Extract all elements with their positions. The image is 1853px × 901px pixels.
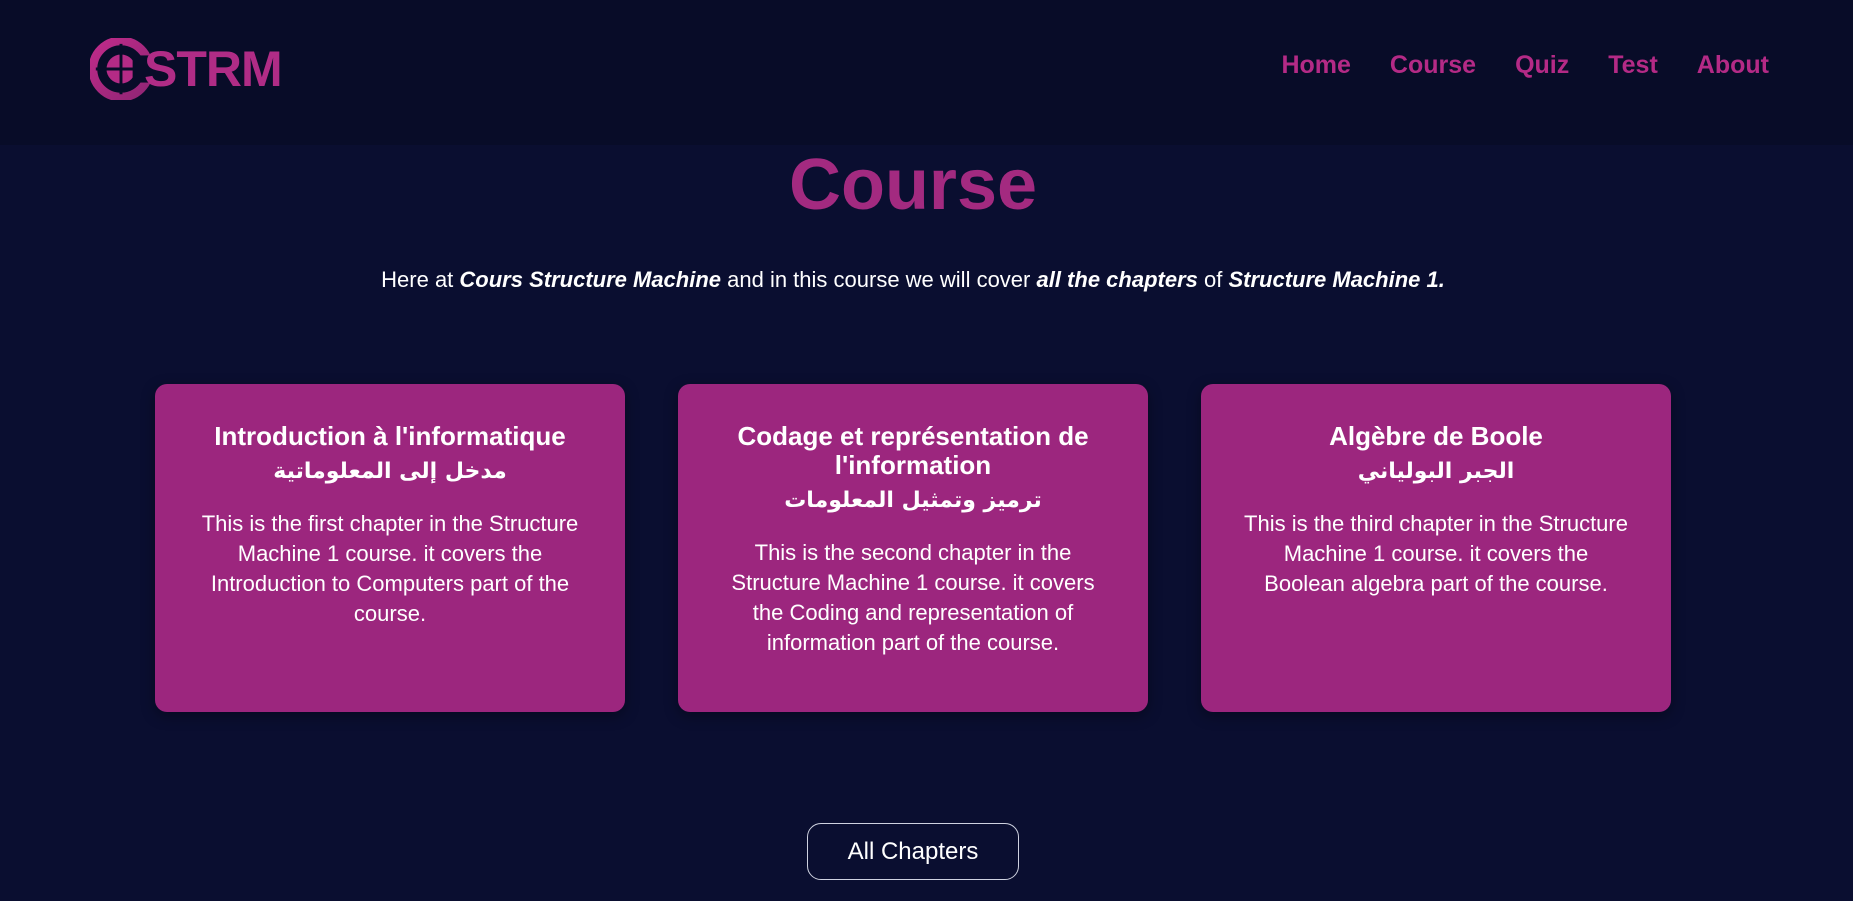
nav-course[interactable]: Course (1390, 50, 1476, 80)
nav-about[interactable]: About (1697, 50, 1769, 80)
page-title: Course (788, 145, 1038, 225)
logo-text: STRM (144, 41, 283, 97)
chapter-subtitle-arabic: ترميز وتمثيل المعلومات (784, 488, 1042, 513)
all-chapters-button[interactable]: All Chapters (807, 823, 1019, 880)
chapter-title: Algèbre de Boole (1329, 421, 1543, 451)
site-header: STRM Home Course Quiz Test About (0, 0, 1853, 145)
chapter-description: This is the third chapter in the Structu… (1244, 511, 1628, 596)
intro-course-name: Structure Machine 1. (1228, 267, 1445, 292)
chapter-subtitle-arabic: مدخل إلى المعلوماتية (273, 459, 507, 484)
main-nav: Home Course Quiz Test About (1281, 50, 1769, 80)
intro-scope: all the chapters (1036, 267, 1198, 292)
chapter-description: This is the second chapter in the Struct… (731, 540, 1095, 655)
intro-text: Here at Cours Structure Machine and in t… (0, 266, 1826, 294)
chapter-title: Codage et représentation de l'informatio… (737, 421, 1089, 480)
chapter-card-1[interactable]: Introduction à l'informatique مدخل إلى ا… (155, 384, 625, 712)
intro-connector: of (1197, 267, 1229, 292)
nav-home[interactable]: Home (1281, 50, 1350, 80)
chapter-title: Introduction à l'informatique (214, 421, 566, 451)
chapter-card-2[interactable]: Codage et représentation de l'informatio… (678, 384, 1148, 712)
nav-test[interactable]: Test (1608, 50, 1658, 80)
nav-quiz[interactable]: Quiz (1515, 50, 1569, 80)
intro-prefix: Here at (381, 267, 460, 292)
chapter-description: This is the first chapter in the Structu… (201, 511, 579, 626)
intro-middle: and in this course we will cover (721, 267, 1037, 292)
intro-site-name: Cours Structure Machine (459, 267, 722, 292)
chapter-card-3[interactable]: Algèbre de Boole الجبر البولياني This is… (1201, 384, 1671, 712)
site-logo[interactable]: STRM (90, 36, 283, 102)
chapter-subtitle-arabic: الجبر البولياني (1357, 459, 1515, 484)
strm-logo-icon (90, 38, 152, 100)
